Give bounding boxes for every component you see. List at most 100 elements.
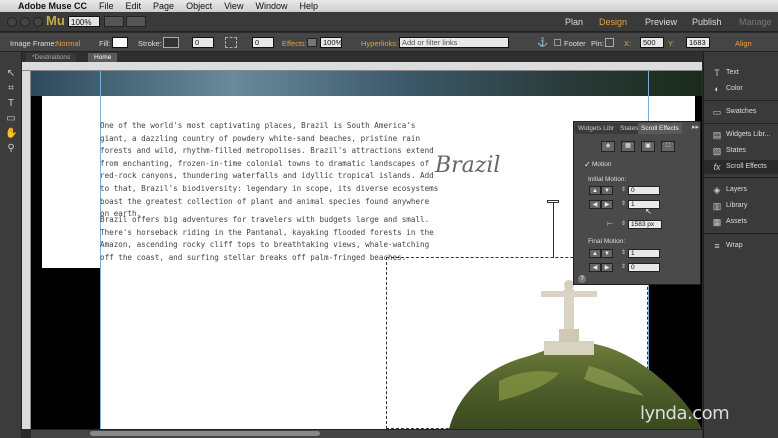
fill-swatch[interactable] bbox=[112, 37, 128, 48]
motion-checkbox[interactable]: ✓ bbox=[584, 160, 591, 169]
app-name[interactable]: Adobe Muse CC bbox=[18, 0, 87, 12]
image-frame-value[interactable]: Normal bbox=[56, 39, 80, 48]
mode-publish[interactable]: Publish bbox=[692, 17, 722, 27]
menu-view[interactable]: View bbox=[224, 0, 243, 12]
key-position-field[interactable]: 1583 px bbox=[628, 220, 662, 229]
menu-file[interactable]: File bbox=[99, 0, 114, 12]
initial-up-button[interactable]: ▲ bbox=[589, 186, 601, 195]
stroke-width-field[interactable]: 0 bbox=[192, 37, 214, 48]
text-tool-icon[interactable]: T bbox=[5, 98, 17, 110]
dock-layers[interactable]: ◈ Layers bbox=[704, 183, 778, 197]
menu-edit[interactable]: Edit bbox=[126, 0, 142, 12]
menu-window[interactable]: Window bbox=[255, 0, 287, 12]
zoom-level-field[interactable]: 100% bbox=[68, 16, 100, 27]
final-horizontal-speed-field[interactable]: 0 bbox=[628, 263, 660, 272]
minimize-window-icon[interactable] bbox=[20, 17, 30, 27]
footer-checkbox[interactable] bbox=[554, 39, 561, 46]
fill-effect-icon[interactable]: ◈ bbox=[601, 141, 615, 152]
hyperlinks-label[interactable]: Hyperlinks: bbox=[361, 39, 398, 48]
menu-page[interactable]: Page bbox=[153, 0, 174, 12]
wrap-icon: ≡ bbox=[714, 241, 720, 251]
y-position-field[interactable]: 1683 bbox=[686, 37, 710, 48]
dock-widgets-library[interactable]: ▤ Widgets Libr... bbox=[704, 128, 778, 142]
tab-destinations[interactable]: *Destinations bbox=[26, 53, 77, 62]
align-label[interactable]: Align bbox=[735, 39, 752, 48]
final-h-stepper-icon[interactable]: ⇕ bbox=[621, 263, 626, 270]
mode-preview[interactable]: Preview bbox=[645, 17, 677, 27]
pin-grid-icon[interactable] bbox=[605, 38, 614, 47]
effects-label[interactable]: Effects: bbox=[282, 39, 307, 48]
hyperlinks-input[interactable]: Add or filter links bbox=[399, 37, 509, 48]
final-motion-label: Final Motion: bbox=[588, 238, 626, 245]
initial-right-button[interactable]: ▶ bbox=[601, 200, 613, 209]
final-up-button[interactable]: ▲ bbox=[589, 249, 601, 258]
hand-tool-icon[interactable]: ✋ bbox=[5, 128, 17, 140]
mode-manage[interactable]: Manage bbox=[739, 17, 772, 27]
dock-color[interactable]: ◐ Color bbox=[704, 82, 778, 96]
image-frame-label: Image Frame: bbox=[10, 39, 57, 48]
dock-states[interactable]: ▧ States bbox=[704, 144, 778, 158]
horizontal-ruler[interactable] bbox=[22, 62, 702, 71]
crop-tool-icon[interactable]: ⌗ bbox=[5, 83, 17, 95]
image-effect-icon[interactable]: ▦ bbox=[621, 141, 635, 152]
selection-tool-icon[interactable]: ↖ bbox=[5, 68, 17, 80]
dock-library[interactable]: ▥ Library bbox=[704, 199, 778, 213]
stroke-swatch[interactable] bbox=[163, 37, 179, 48]
tab-widgets-library[interactable]: Widgets Libr bbox=[575, 123, 618, 134]
help-icon[interactable]: ? bbox=[578, 275, 586, 283]
horizontal-scrollbar-thumb[interactable] bbox=[90, 431, 320, 436]
layout-options-button[interactable] bbox=[126, 16, 146, 27]
key-position-stepper-icon[interactable]: ⇕ bbox=[621, 220, 626, 227]
dock-swatches-label: Swatches bbox=[726, 108, 757, 115]
opacity-field[interactable]: 100% bbox=[320, 37, 342, 48]
lock-icon[interactable]: ⚓ bbox=[537, 37, 548, 48]
tab-home[interactable]: Home bbox=[88, 53, 118, 62]
initial-h-stepper-icon[interactable]: ⇕ bbox=[621, 200, 626, 207]
dock-text[interactable]: T Text bbox=[704, 66, 778, 80]
dock-swatches[interactable]: ▭ Swatches bbox=[704, 105, 778, 119]
rectangle-tool-icon[interactable]: ▭ bbox=[5, 113, 17, 125]
final-left-button[interactable]: ◀ bbox=[589, 263, 601, 272]
final-right-button[interactable]: ▶ bbox=[601, 263, 613, 272]
menu-bar: Adobe Muse CC File Edit Page Object View… bbox=[0, 0, 778, 12]
panel-menu-icon[interactable]: ▸▸ bbox=[692, 123, 699, 131]
fill-label: Fill: bbox=[99, 39, 111, 48]
final-vertical-speed-field[interactable]: 1 bbox=[628, 249, 660, 258]
vertical-ruler[interactable] bbox=[22, 71, 31, 429]
close-window-icon[interactable] bbox=[7, 17, 17, 27]
footer-label: Footer bbox=[564, 39, 586, 48]
y-label: Y: bbox=[668, 39, 675, 48]
zoom-window-icon[interactable] bbox=[33, 17, 43, 27]
corner-radius-field[interactable]: 0 bbox=[252, 37, 274, 48]
document-tabs: *Destinations Home bbox=[22, 52, 702, 62]
initial-down-button[interactable]: ▼ bbox=[601, 186, 613, 195]
menu-object[interactable]: Object bbox=[186, 0, 212, 12]
library-icon: ▥ bbox=[712, 201, 722, 211]
final-down-button[interactable]: ▼ bbox=[601, 249, 613, 258]
tab-scroll-effects[interactable]: Scroll Effects bbox=[638, 123, 682, 134]
dock-scroll-effects[interactable]: fx Scroll Effects bbox=[704, 160, 778, 174]
menu-help[interactable]: Help bbox=[299, 0, 318, 12]
mode-design[interactable]: Design bbox=[599, 17, 627, 27]
view-options-button[interactable] bbox=[104, 16, 124, 27]
dock-wrap[interactable]: ≡ Wrap bbox=[704, 239, 778, 253]
initial-left-button[interactable]: ◀ bbox=[589, 200, 601, 209]
scroll-effects-panel: Widgets Libr States Scroll Effects ▸▸ ◈ … bbox=[573, 121, 701, 285]
dock-assets[interactable]: ▦ Assets bbox=[704, 215, 778, 229]
mode-plan[interactable]: Plan bbox=[565, 17, 583, 27]
initial-vertical-speed-field[interactable]: 0 bbox=[628, 186, 660, 195]
dock-divider bbox=[704, 123, 778, 124]
final-v-stepper-icon[interactable]: ⇕ bbox=[621, 249, 626, 256]
watermark: lynda.com bbox=[640, 403, 730, 424]
initial-horizontal-speed-field[interactable]: 1 bbox=[628, 200, 660, 209]
motion-handle[interactable] bbox=[547, 200, 559, 203]
page-title[interactable]: Brazil bbox=[435, 153, 500, 178]
widget-effect-icon[interactable]: ⛶ bbox=[661, 141, 675, 152]
initial-v-stepper-icon[interactable]: ⇕ bbox=[621, 186, 626, 193]
x-position-field[interactable]: 500 bbox=[640, 37, 664, 48]
body-paragraph-1[interactable]: One of the world's most captivating plac… bbox=[100, 120, 442, 221]
zoom-tool-icon[interactable]: ⚲ bbox=[5, 143, 17, 155]
slideshow-effect-icon[interactable]: ▣ bbox=[641, 141, 655, 152]
scroll-effects-icon: fx bbox=[713, 162, 721, 172]
effects-icon[interactable] bbox=[307, 38, 317, 47]
